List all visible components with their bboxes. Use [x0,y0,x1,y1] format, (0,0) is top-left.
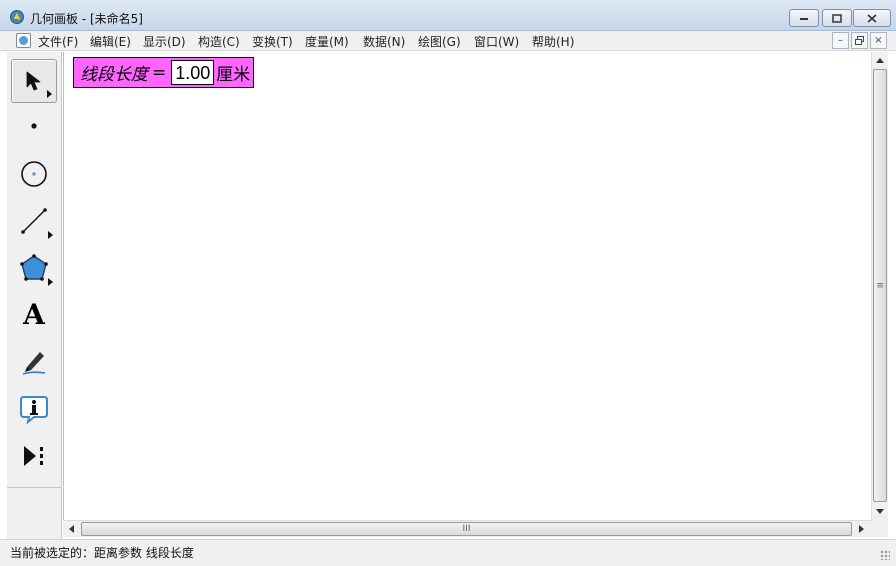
document-close-button[interactable]: × [870,32,887,49]
custom-tool-icon [24,446,43,466]
document-restore-button[interactable] [851,32,868,49]
geometer-app-icon [10,10,24,24]
minimize-icon [800,18,808,20]
compass-tool[interactable] [11,152,57,196]
menu-measure[interactable]: 度量(M) [305,33,349,50]
sketch-canvas[interactable]: 线段长度 = 1.00 厘米 [63,52,871,520]
parameter-unit: 厘米 [216,65,251,85]
equals-sign: = [152,62,167,83]
title-bar: 几何画板 - [未命名5] [0,0,896,31]
scroll-grip: ≡ [876,280,884,291]
segment-icon [21,208,47,234]
scrollbar-corner [871,520,888,537]
status-bar: 当前被选定的：距离参数 线段长度 [0,539,896,566]
tool-submenu-indicator [48,231,53,239]
tool-submenu-indicator [47,90,52,98]
document-logo-icon [19,36,28,45]
menu-transform[interactable]: 变换(T) [252,33,293,50]
straightedge-tool[interactable] [11,199,57,243]
circle-icon [21,161,47,187]
text-a-icon: A [23,298,45,331]
scroll-right-button[interactable] [853,521,870,537]
toolbox-divider [7,487,62,488]
scroll-grip: III [462,524,471,534]
menu-window[interactable]: 窗口(W) [474,33,519,50]
pentagon-icon [20,254,48,281]
window-minimize-button[interactable] [789,9,819,27]
arrow-icon [26,71,41,91]
menu-edit[interactable]: 编辑(E) [90,33,131,50]
menu-file[interactable]: 文件(F) [38,33,78,50]
status-text: 当前被选定的：距离参数 线段长度 [10,546,194,560]
scroll-down-button[interactable] [872,503,888,520]
restore-icon [855,36,864,45]
menu-help[interactable]: 帮助(H) [532,33,574,50]
chevron-down-icon [876,509,884,514]
horizontal-scroll-thumb[interactable]: III [81,522,852,536]
document-icon[interactable] [16,33,31,48]
arrow-select-tool[interactable] [11,59,57,103]
tool-submenu-indicator [48,278,53,286]
point-icon [31,123,37,129]
menu-bar: 文件(F) 编辑(E) 显示(D) 构造(C) 变换(T) 度量(M) 数据(N… [0,31,896,51]
chevron-right-icon [859,525,864,533]
pen-icon [22,352,46,375]
maximize-icon [832,13,842,23]
info-icon [20,396,48,425]
parameter-value-field[interactable]: 1.00 [171,60,215,85]
marker-tool[interactable] [11,340,57,384]
document-minimize-button[interactable]: – [832,32,849,49]
custom-tool[interactable] [11,434,57,478]
chevron-up-icon [876,58,884,63]
parameter-label: 线段长度 [80,65,148,85]
menu-construct[interactable]: 构造(C) [198,33,240,50]
chevron-left-icon [69,525,74,533]
close-icon [867,13,877,23]
window-close-button[interactable] [853,9,891,27]
text-tool[interactable]: A [11,293,57,337]
information-tool[interactable] [11,387,57,431]
vertical-scrollbar[interactable]: ≡ [871,52,888,520]
scroll-left-button[interactable] [63,521,80,537]
menu-display[interactable]: 显示(D) [143,33,186,50]
point-tool[interactable] [11,104,57,148]
window-title: 几何画板 - [未命名5] [30,12,143,26]
horizontal-scrollbar[interactable]: III [63,520,871,537]
polygon-tool[interactable] [11,246,57,290]
segment-length-parameter[interactable]: 线段长度 = 1.00 厘米 [73,57,255,88]
scroll-up-button[interactable] [872,52,888,69]
window-maximize-button[interactable] [822,9,852,27]
menu-data[interactable]: 数据(N) [363,33,405,50]
menu-graph[interactable]: 绘图(G) [418,33,461,50]
resize-grip[interactable] [880,550,890,560]
vertical-scroll-thumb[interactable]: ≡ [873,69,887,502]
toolbox: A [7,52,62,539]
